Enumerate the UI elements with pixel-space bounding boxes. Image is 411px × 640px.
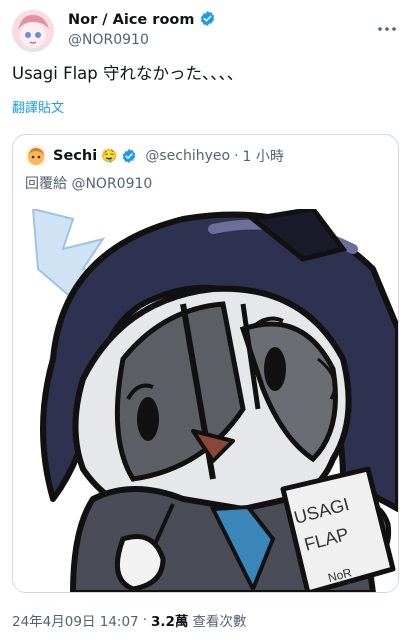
tweet-meta: 24年4月09日 14:07 · 3.2萬 查看次數 bbox=[12, 610, 246, 630]
meta-separator: · bbox=[142, 612, 147, 628]
tweet-header: Nor / Aice room @NOR0910 bbox=[12, 8, 399, 60]
quoted-tweet-image[interactable]: USAGI FLAP NoR bbox=[13, 209, 398, 592]
reply-to-line: 回覆給 @NOR0910 bbox=[25, 173, 152, 193]
reply-prefix: 回覆給 bbox=[25, 176, 67, 192]
author-display-name[interactable]: Nor / Aice room bbox=[68, 12, 195, 28]
more-options-button[interactable] bbox=[377, 16, 397, 36]
quoted-tweet-card[interactable]: Sechi 🤤 @sechihyeo · 1 小時 回覆給 @NOR0910 U… bbox=[12, 134, 399, 593]
verified-badge-icon bbox=[121, 148, 137, 164]
quoted-display-name[interactable]: Sechi bbox=[53, 148, 97, 164]
quoted-separator: · bbox=[234, 148, 239, 164]
tweet-text: Usagi Flap 守れなかった、、、、 bbox=[12, 64, 244, 83]
translate-post-link[interactable]: 翻譯貼文 bbox=[12, 97, 64, 116]
author-avatar[interactable] bbox=[12, 10, 54, 52]
author-handle[interactable]: @NOR0910 bbox=[68, 32, 149, 48]
author-name-row[interactable]: Nor / Aice room bbox=[68, 10, 216, 30]
reply-to-handle[interactable]: @NOR0910 bbox=[71, 176, 152, 192]
quoted-author-avatar[interactable] bbox=[25, 145, 47, 167]
more-horizontal-icon bbox=[378, 17, 396, 36]
views-label: 查看次數 bbox=[192, 614, 247, 630]
quoted-handle[interactable]: @sechihyeo bbox=[145, 148, 230, 164]
views-count: 3.2萬 bbox=[150, 614, 189, 630]
quoted-tweet-header: Sechi 🤤 @sechihyeo · 1 小時 bbox=[25, 145, 284, 167]
tweet-date[interactable]: 24年4月09日 14:07 bbox=[12, 610, 139, 630]
verified-badge-icon bbox=[199, 10, 216, 31]
anime-character-illustration: USAGI FLAP NoR bbox=[13, 209, 398, 592]
drooling-face-emoji: 🤤 bbox=[101, 148, 118, 164]
quoted-timestamp[interactable]: 1 小時 bbox=[243, 146, 284, 166]
